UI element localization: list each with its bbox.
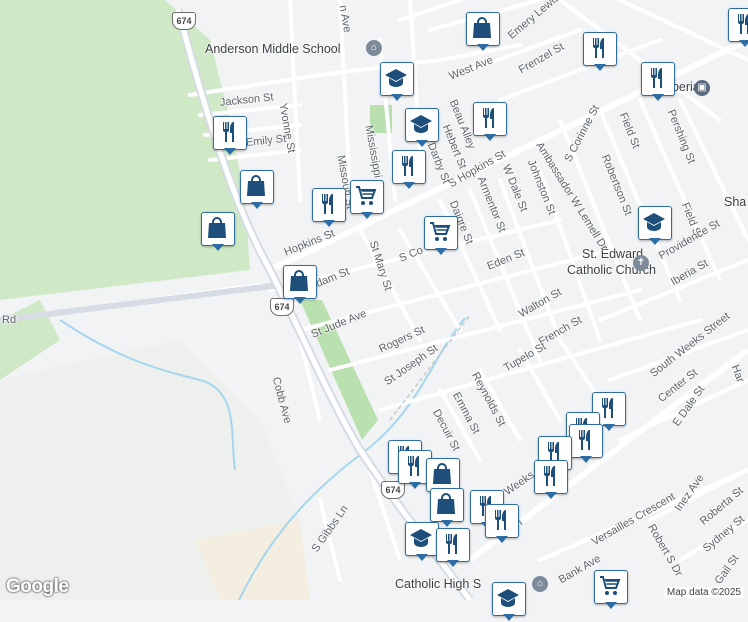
train-station-icon[interactable]: ▣: [694, 80, 710, 96]
map-marker[interactable]: [569, 424, 603, 464]
restaurant-icon: [544, 466, 555, 486]
restaurant-icon: [322, 194, 333, 214]
map-marker[interactable]: [350, 180, 384, 220]
shopping-bag-icon: [437, 493, 455, 514]
school-icon: [385, 69, 407, 87]
map-marker[interactable]: [641, 62, 675, 102]
school-icon: [497, 589, 519, 607]
restaurant-icon: [483, 108, 494, 128]
map-marker[interactable]: [201, 212, 235, 252]
map-marker[interactable]: [213, 116, 247, 156]
map-marker[interactable]: [534, 460, 568, 500]
restaurant-icon: [402, 156, 413, 176]
map-marker[interactable]: [312, 188, 346, 228]
shopping-cart-icon: [356, 186, 377, 205]
route-674-shield: 674: [172, 12, 196, 30]
restaurant-icon: [446, 534, 457, 554]
map-marker[interactable]: [405, 522, 439, 562]
shopping-bag-icon: [208, 217, 226, 238]
shopping-cart-icon: [600, 576, 621, 595]
map-marker[interactable]: [392, 150, 426, 190]
school-poi-icon[interactable]: ⌂: [366, 40, 382, 56]
school-icon: [410, 115, 432, 133]
shopping-bag-icon: [247, 175, 265, 196]
map-marker[interactable]: [380, 62, 414, 102]
restaurant-icon: [651, 68, 662, 88]
school-icon: [643, 213, 665, 231]
catholic-high-label[interactable]: Catholic High S: [395, 578, 481, 591]
map-marker[interactable]: [473, 102, 507, 142]
shopping-bag-icon: [290, 270, 308, 291]
map-marker[interactable]: [436, 528, 470, 568]
restaurant-icon: [408, 456, 419, 476]
anderson-middle-school-label[interactable]: Anderson Middle School: [205, 43, 341, 56]
map-marker[interactable]: [405, 108, 439, 148]
google-logo: Google: [6, 576, 69, 597]
school-poi-icon[interactable]: ⌂: [532, 576, 548, 592]
restaurant-icon: [593, 38, 604, 58]
map-marker[interactable]: [728, 8, 748, 48]
shopping-bag-icon: [473, 17, 491, 38]
map-marker[interactable]: [424, 216, 458, 256]
map-attribution[interactable]: Map data ©2025: [663, 587, 744, 598]
restaurant-icon: [738, 14, 748, 34]
street-label: Rd: [2, 314, 17, 326]
map-marker[interactable]: [485, 504, 519, 544]
restaurant-icon: [579, 430, 590, 450]
restaurant-icon: [223, 122, 234, 142]
map-marker[interactable]: [492, 582, 526, 622]
map-marker[interactable]: [466, 12, 500, 52]
map-marker[interactable]: [240, 170, 274, 210]
map-marker[interactable]: [638, 206, 672, 246]
map-marker[interactable]: [283, 265, 317, 305]
shopping-cart-icon: [430, 222, 451, 241]
map-marker[interactable]: [594, 570, 628, 610]
restaurant-icon: [495, 510, 506, 530]
sha-label: Sha: [724, 195, 747, 209]
shopping-bag-icon: [433, 463, 451, 484]
map-marker[interactable]: [583, 32, 617, 72]
church-icon[interactable]: ✝: [633, 255, 649, 271]
school-icon: [410, 529, 432, 547]
